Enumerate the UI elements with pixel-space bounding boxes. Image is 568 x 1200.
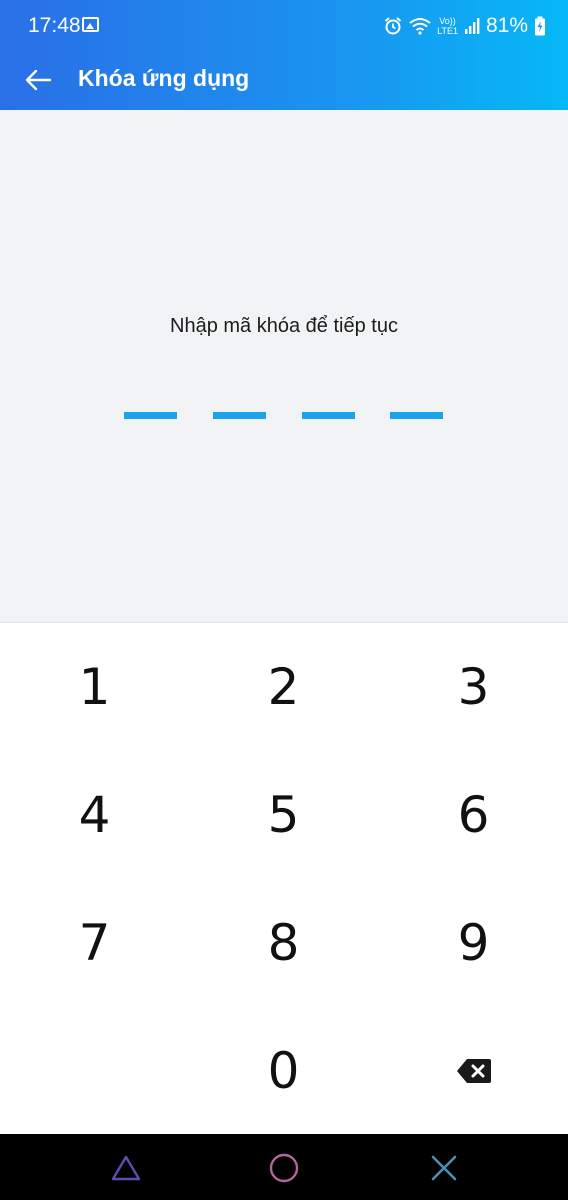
key-1[interactable]: 1 [0, 623, 189, 751]
wifi-icon [409, 18, 431, 35]
recents-button[interactable] [110, 1152, 142, 1184]
app-bar: Khóa ứng dụng [0, 50, 568, 110]
key-7[interactable]: 7 [0, 879, 189, 1007]
key-3[interactable]: 3 [379, 623, 568, 751]
pin-slot [390, 412, 443, 419]
key-5[interactable]: 5 [189, 751, 378, 879]
key-empty [0, 1007, 189, 1135]
backspace-button[interactable] [379, 1007, 568, 1135]
key-4[interactable]: 4 [0, 751, 189, 879]
key-9[interactable]: 9 [379, 879, 568, 1007]
key-8[interactable]: 8 [189, 879, 378, 1007]
back-x-icon [431, 1155, 457, 1181]
status-bar: 17:48 Vo)) LTE1 81% [0, 0, 568, 50]
back-nav-button[interactable] [428, 1152, 460, 1184]
battery-percent: 81% [485, 14, 528, 37]
network-type-label: Vo)) LTE1 [437, 16, 458, 36]
pin-slot [124, 412, 177, 419]
pin-indicator [0, 412, 568, 420]
lock-prompt: Nhập mã khóa để tiếp tục [170, 315, 398, 337]
header: 17:48 Vo)) LTE1 81% Khóa ứng dụng [0, 0, 568, 110]
key-0[interactable]: 0 [189, 1007, 378, 1135]
battery-charging-icon [535, 16, 545, 36]
keypad: 1 2 3 4 5 6 7 8 9 0 [0, 622, 568, 1134]
gallery-icon [82, 17, 99, 32]
pin-slot [302, 412, 355, 419]
page-title: Khóa ứng dụng [78, 65, 250, 91]
status-time: 17:48 [28, 14, 81, 37]
alarm-icon [384, 17, 402, 35]
status-icons: Vo)) LTE1 81% [383, 12, 546, 40]
key-6[interactable]: 6 [379, 751, 568, 879]
home-circle-icon [269, 1153, 299, 1183]
key-2[interactable]: 2 [189, 623, 378, 751]
home-button[interactable] [268, 1152, 300, 1184]
arrow-left-icon [25, 69, 52, 91]
lock-content: Nhập mã khóa để tiếp tục [0, 110, 568, 622]
system-nav-bar [0, 1134, 568, 1200]
signal-icon [464, 18, 480, 34]
backspace-icon [456, 1059, 491, 1083]
back-button[interactable] [20, 62, 56, 98]
pin-slot [213, 412, 266, 419]
recents-triangle-icon [111, 1155, 141, 1181]
